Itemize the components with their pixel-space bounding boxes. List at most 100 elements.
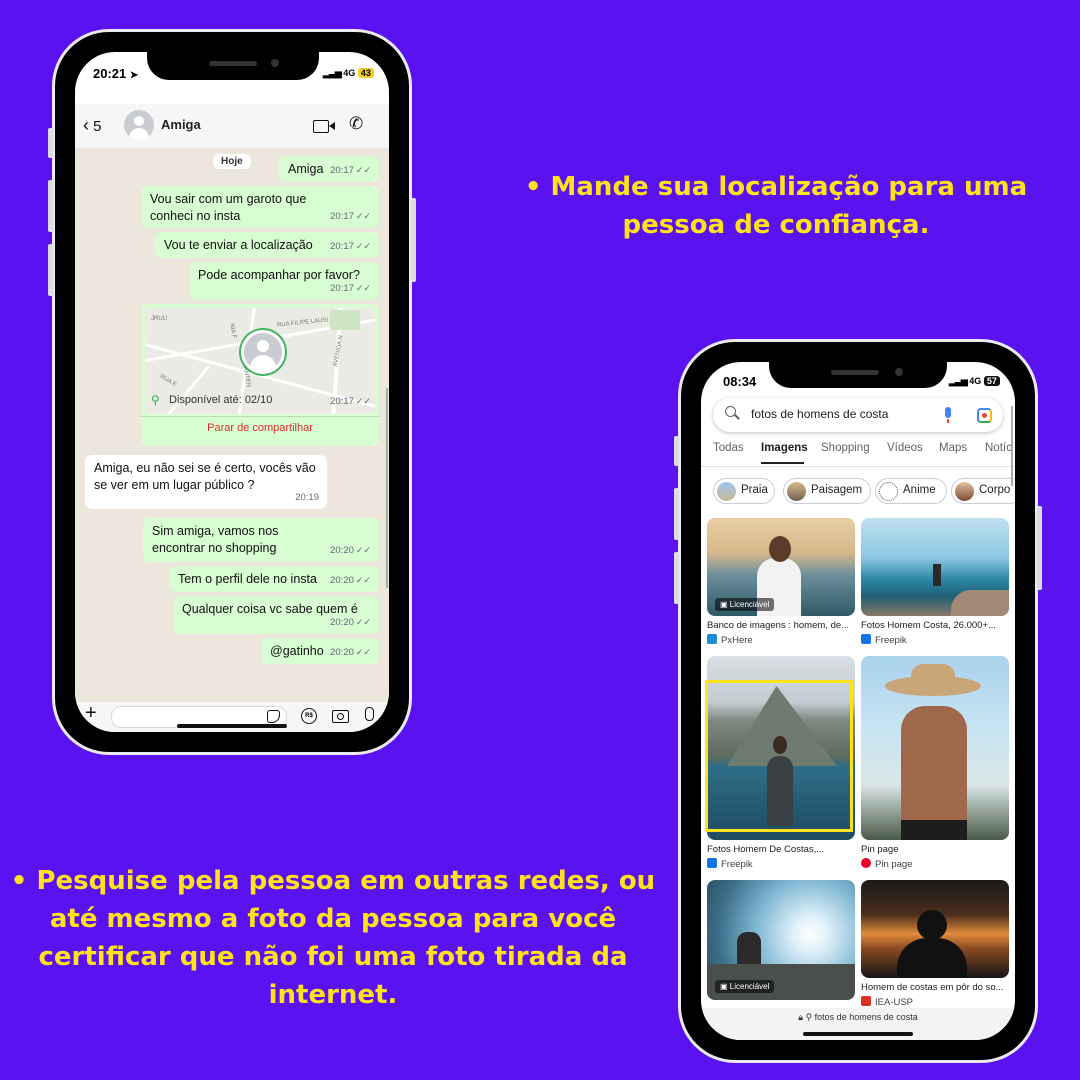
freepik-icon: [707, 858, 717, 868]
search-bar[interactable]: fotos de homens de costa: [713, 398, 1003, 432]
voice-search-icon[interactable]: [945, 407, 951, 423]
chip-corpo[interactable]: Corpo: [951, 478, 1015, 504]
result-image[interactable]: [861, 656, 1009, 840]
home-indicator[interactable]: [177, 724, 287, 728]
read-receipt-icon: ✓✓: [355, 545, 371, 555]
back-button[interactable]: ‹ 5: [83, 115, 102, 136]
read-receipt-icon: ✓✓: [355, 647, 371, 657]
result-title[interactable]: Fotos Homem De Costas,...: [707, 844, 855, 855]
caption-location-tip: • Mande sua localização para uma pessoa …: [524, 172, 1028, 240]
read-receipt-icon: ✓✓: [355, 283, 371, 293]
phone-call-icon[interactable]: ✆: [349, 114, 363, 134]
result-source[interactable]: PxHere: [707, 634, 753, 646]
message-bubble[interactable]: Tem o perfil dele no insta 20:20 ✓✓: [169, 566, 379, 592]
phone-side-button: [674, 436, 679, 466]
location-available-until: Disponível até: 02/10: [169, 394, 273, 406]
location-avatar-pin: [241, 330, 285, 374]
results-scrollbar[interactable]: [1011, 406, 1013, 486]
home-indicator[interactable]: [803, 1032, 913, 1036]
notch: [769, 362, 947, 388]
live-location-card[interactable]: RUA FILIPE LAUSI AVENIDA N NIA F RUA E J…: [141, 304, 379, 446]
chip-paisagem[interactable]: Paisagem: [783, 478, 871, 504]
message-bubble[interactable]: Vou te enviar a localização 20:17 ✓✓: [155, 232, 379, 258]
google-lens-icon[interactable]: [977, 408, 992, 423]
chat-scrollbar[interactable]: [386, 388, 388, 588]
result-source[interactable]: IEA-USP: [861, 996, 913, 1008]
message-bubble[interactable]: @gatinho 20:20 ✓✓: [261, 638, 379, 664]
result-title[interactable]: Fotos Homem Costa, 26.000+...: [861, 620, 1009, 631]
message-bubble[interactable]: Qualquer coisa vc sabe quem é 20:20 ✓✓: [173, 596, 379, 634]
tab-imagens[interactable]: Imagens: [761, 442, 808, 454]
signal-icon: ▂▃▅: [949, 376, 968, 386]
chat-messages: Hoje Amiga 20:17 ✓✓ Vou sair com um garot…: [75, 148, 389, 702]
search-icon: ⚲: [805, 1012, 813, 1022]
tab-noticias[interactable]: Notíc: [985, 442, 1012, 454]
phone-volume-down: [674, 552, 679, 604]
phone-power-button: [411, 198, 416, 282]
tab-videos[interactable]: Vídeos: [887, 442, 923, 454]
result-title[interactable]: Homem de costas em pôr do so...: [861, 982, 1009, 993]
video-call-icon[interactable]: [313, 120, 335, 133]
phone-google: 08:34 ▂▃▅ 4G 57 fotos de homens de costa…: [674, 342, 1042, 1060]
active-tab-underline: [761, 462, 804, 464]
chip-praia[interactable]: Praia: [713, 478, 775, 504]
read-receipt-icon: ✓✓: [355, 575, 371, 585]
microphone-icon[interactable]: [365, 707, 374, 721]
licensable-badge: ▣ Licenciável: [715, 980, 775, 993]
result-title[interactable]: Banco de imagens : homem, de...: [707, 620, 855, 631]
licensable-badge: ▣ Licenciável: [715, 598, 775, 611]
search-icon: [725, 406, 740, 420]
pinterest-icon: [861, 858, 871, 868]
result-source[interactable]: Freepik: [707, 858, 753, 870]
phone-volume-down: [48, 244, 53, 296]
message-bubble[interactable]: Pode acompanhar por favor? 20:17 ✓✓: [189, 262, 379, 300]
image-icon: ▣: [720, 600, 728, 609]
image-icon: ▣: [720, 982, 728, 991]
status-time: 20:21 ➤: [93, 66, 139, 81]
contact-name[interactable]: Amiga: [161, 117, 201, 132]
search-input[interactable]: fotos de homens de costa: [751, 407, 888, 421]
stop-sharing-button[interactable]: Parar de compartilhar: [141, 422, 379, 434]
tab-todas[interactable]: Todas: [713, 442, 744, 454]
highlight-box: [705, 680, 853, 832]
read-receipt-icon: ✓✓: [355, 241, 371, 251]
result-image[interactable]: [861, 518, 1009, 616]
tab-maps[interactable]: Maps: [939, 442, 967, 454]
tab-shopping[interactable]: Shopping: [821, 442, 870, 454]
status-indicators: ▂▃▅ 4G 57: [949, 376, 1000, 387]
attach-plus-icon[interactable]: +: [85, 702, 97, 725]
payment-icon[interactable]: R$: [301, 708, 317, 724]
result-image[interactable]: ▣ Licenciável: [707, 518, 855, 616]
result-title[interactable]: Pin page: [861, 844, 1009, 855]
status-time: 08:34: [723, 374, 757, 389]
iea-usp-icon: [861, 996, 871, 1006]
sticker-icon[interactable]: [267, 710, 280, 723]
message-bubble[interactable]: Sim amiga, vamos nos encontrar no shoppi…: [143, 518, 379, 562]
phone-volume-up: [48, 180, 53, 232]
message-bubble[interactable]: Amiga 20:17 ✓✓: [279, 156, 379, 182]
chip-anime[interactable]: Anime: [875, 478, 947, 504]
chevron-left-icon: ‹: [83, 115, 89, 135]
status-indicators: ▂▃▅ 4G 43: [323, 68, 374, 79]
lock-icon: 🔒︎: [798, 1012, 804, 1022]
pxhere-icon: [707, 634, 717, 644]
chat-header: ‹ 5 Amiga ✆: [75, 104, 389, 149]
result-image[interactable]: [861, 880, 1009, 978]
phone-whatsapp: 20:21 ➤ ▂▃▅ 4G 43 ‹ 5 Amiga ✆ Hoje Amiga…: [48, 32, 416, 752]
result-source[interactable]: Pin page: [861, 858, 913, 870]
read-receipt-icon: ✓✓: [355, 165, 371, 175]
caption-search-tip: • Pesquise pela pessoa em outras redes, …: [10, 866, 656, 1010]
camera-icon[interactable]: [332, 710, 349, 723]
phone-volume-up: [674, 488, 679, 540]
unread-count: 5: [93, 118, 102, 135]
result-source[interactable]: Freepik: [861, 634, 907, 646]
read-receipt-icon: ✓✓: [355, 396, 371, 406]
result-image[interactable]: ▣ Licenciável: [707, 880, 855, 1000]
read-receipt-icon: ✓✓: [355, 617, 371, 627]
avatar[interactable]: [124, 110, 154, 140]
signal-icon: ▂▃▅: [323, 68, 342, 78]
message-bubble[interactable]: Vou sair com um garoto que conheci no in…: [141, 186, 379, 228]
filter-chips: Praia Paisagem Anime Corpo: [701, 478, 1015, 504]
message-bubble[interactable]: Amiga, eu não sei se é certo, vocês vão …: [85, 455, 327, 509]
google-screen: 08:34 ▂▃▅ 4G 57 fotos de homens de costa…: [701, 362, 1015, 1040]
